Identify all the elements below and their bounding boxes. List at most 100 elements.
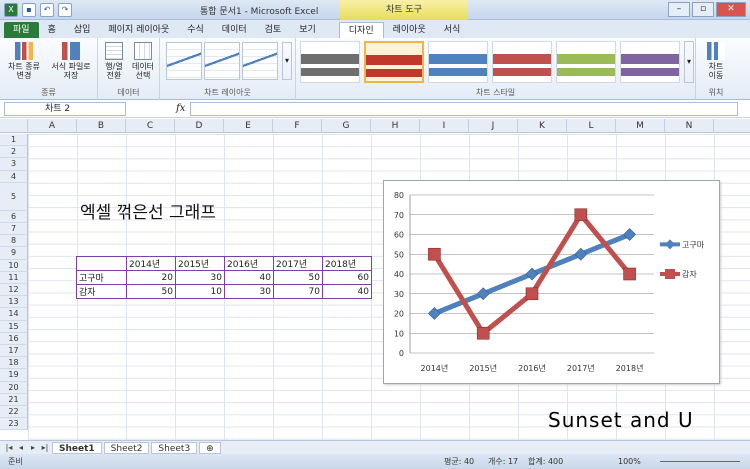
value-cell[interactable]: 30 xyxy=(175,270,225,285)
data-point[interactable] xyxy=(476,326,490,340)
row-header-18[interactable]: 18 xyxy=(0,357,28,370)
tab-insert[interactable]: 삽입 xyxy=(65,22,100,38)
sheet-tab-1[interactable]: Sheet1 xyxy=(52,441,102,454)
header-cell[interactable]: 2017년 xyxy=(273,256,323,271)
row-header-13[interactable]: 13 xyxy=(0,296,28,309)
row-header-2[interactable]: 2 xyxy=(0,146,28,159)
column-header-m[interactable]: M xyxy=(616,119,665,133)
undo-icon[interactable]: ↶ xyxy=(40,3,54,17)
row-header-21[interactable]: 21 xyxy=(0,393,28,406)
sheet-tab-2[interactable]: Sheet2 xyxy=(103,441,150,454)
change-chart-type-button[interactable]: 차트 종류 변경 xyxy=(6,42,42,80)
chart-style-5[interactable] xyxy=(556,41,616,83)
row-header-7[interactable]: 7 xyxy=(0,223,28,236)
data-point[interactable] xyxy=(574,208,588,222)
tab-review[interactable]: 검토 xyxy=(256,22,291,38)
column-header-n[interactable]: N xyxy=(665,119,714,133)
maximize-icon[interactable]: ▫ xyxy=(692,2,714,17)
tab-page-layout[interactable]: 페이지 레이아웃 xyxy=(99,22,178,38)
tab-data[interactable]: 데이터 xyxy=(213,22,256,38)
column-header-a[interactable]: A xyxy=(28,119,77,133)
tab-formulas[interactable]: 수식 xyxy=(178,22,213,38)
row-header-20[interactable]: 20 xyxy=(0,381,28,394)
switch-row-column-button[interactable]: 행/열 전환 xyxy=(100,42,128,80)
value-cell[interactable]: 60 xyxy=(322,270,372,285)
sheet-tab-3[interactable]: Sheet3 xyxy=(151,441,198,454)
column-header-d[interactable]: D xyxy=(175,119,224,133)
formula-input[interactable] xyxy=(190,102,738,116)
row-header-11[interactable]: 11 xyxy=(0,271,28,284)
header-cell[interactable]: 2018년 xyxy=(322,256,372,271)
column-header-j[interactable]: J xyxy=(469,119,518,133)
row-header-3[interactable]: 3 xyxy=(0,158,28,171)
chart-style-1[interactable] xyxy=(300,41,360,83)
row-header-5[interactable]: 5 xyxy=(0,182,28,211)
value-cell[interactable]: 50 xyxy=(126,284,176,299)
value-cell[interactable]: 40 xyxy=(322,284,372,299)
tab-format[interactable]: 서식 xyxy=(435,22,470,38)
select-data-button[interactable]: 데이터 선택 xyxy=(129,42,157,80)
chart-style-4[interactable] xyxy=(492,41,552,83)
name-box[interactable]: 차트 2 xyxy=(4,102,126,116)
tab-chart-layout[interactable]: 레이아웃 xyxy=(384,22,435,38)
column-header-h[interactable]: H xyxy=(371,119,420,133)
data-point[interactable] xyxy=(623,267,636,281)
value-cell[interactable]: 50 xyxy=(273,270,323,285)
save-as-template-button[interactable]: 서식 파일로 저장 xyxy=(46,42,96,80)
header-cell[interactable]: 2014년 xyxy=(126,256,176,271)
row-label-cell[interactable]: 감자 xyxy=(76,284,127,299)
tab-view[interactable]: 보기 xyxy=(290,22,325,38)
row-header-17[interactable]: 17 xyxy=(0,345,28,358)
data-point[interactable] xyxy=(525,287,539,301)
row-header-23[interactable]: 23 xyxy=(0,418,28,431)
line-chart[interactable]: 0 10 20 30 40 50 60 70 80 2014년 2015년 2016년 2017년 201… xyxy=(383,180,720,384)
row-header-14[interactable]: 14 xyxy=(0,308,28,321)
layout-thumb-1[interactable] xyxy=(166,42,202,80)
value-cell[interactable]: 10 xyxy=(175,284,225,299)
row-header-1[interactable]: 1 xyxy=(0,134,28,147)
column-header-l[interactable]: L xyxy=(567,119,616,133)
row-header-19[interactable]: 19 xyxy=(0,369,28,382)
row-header-22[interactable]: 22 xyxy=(0,406,28,419)
column-header-g[interactable]: G xyxy=(322,119,371,133)
column-header-f[interactable]: F xyxy=(273,119,322,133)
tab-design[interactable]: 디자인 xyxy=(338,22,384,38)
select-all-corner[interactable] xyxy=(0,119,28,133)
prev-sheet-icon[interactable]: ◂ xyxy=(16,443,26,452)
styles-more-button[interactable]: ▾ xyxy=(684,41,694,83)
header-cell[interactable]: 2016년 xyxy=(224,256,274,271)
column-header-c[interactable]: C xyxy=(126,119,175,133)
row-header-16[interactable]: 16 xyxy=(0,332,28,345)
redo-icon[interactable]: ↷ xyxy=(58,3,72,17)
data-point[interactable] xyxy=(428,247,441,261)
save-icon[interactable]: ▪ xyxy=(22,3,36,17)
column-header-i[interactable]: I xyxy=(420,119,469,133)
insert-function-icon[interactable]: fx xyxy=(176,103,185,114)
column-header-k[interactable]: K xyxy=(518,119,567,133)
tab-home[interactable]: 홈 xyxy=(39,22,65,38)
layout-thumb-2[interactable] xyxy=(204,42,240,80)
tab-file[interactable]: 파일 xyxy=(4,22,39,38)
next-sheet-icon[interactable]: ▸ xyxy=(28,443,38,452)
value-cell[interactable]: 20 xyxy=(126,270,176,285)
row-header-9[interactable]: 9 xyxy=(0,247,28,260)
row-header-12[interactable]: 12 xyxy=(0,284,28,297)
minimize-icon[interactable]: – xyxy=(668,2,690,17)
close-icon[interactable]: ✕ xyxy=(716,2,746,17)
column-header-e[interactable]: E xyxy=(224,119,273,133)
row-header-10[interactable]: 10 xyxy=(0,259,28,272)
layout-thumb-3[interactable] xyxy=(242,42,278,80)
layout-more-button[interactable]: ▾ xyxy=(282,42,292,80)
row-header-8[interactable]: 8 xyxy=(0,235,28,248)
first-sheet-icon[interactable]: |◂ xyxy=(4,443,14,452)
last-sheet-icon[interactable]: ▸| xyxy=(40,443,50,452)
value-cell[interactable]: 70 xyxy=(273,284,323,299)
chart-style-2[interactable] xyxy=(364,41,424,83)
insert-sheet-icon[interactable]: ⊕ xyxy=(199,441,221,454)
value-cell[interactable]: 40 xyxy=(224,270,274,285)
zoom-slider[interactable] xyxy=(660,461,740,462)
row-label-cell[interactable]: 고구마 xyxy=(76,270,127,285)
value-cell[interactable]: 30 xyxy=(224,284,274,299)
column-header-b[interactable]: B xyxy=(77,119,126,133)
row-header-6[interactable]: 6 xyxy=(0,210,28,223)
